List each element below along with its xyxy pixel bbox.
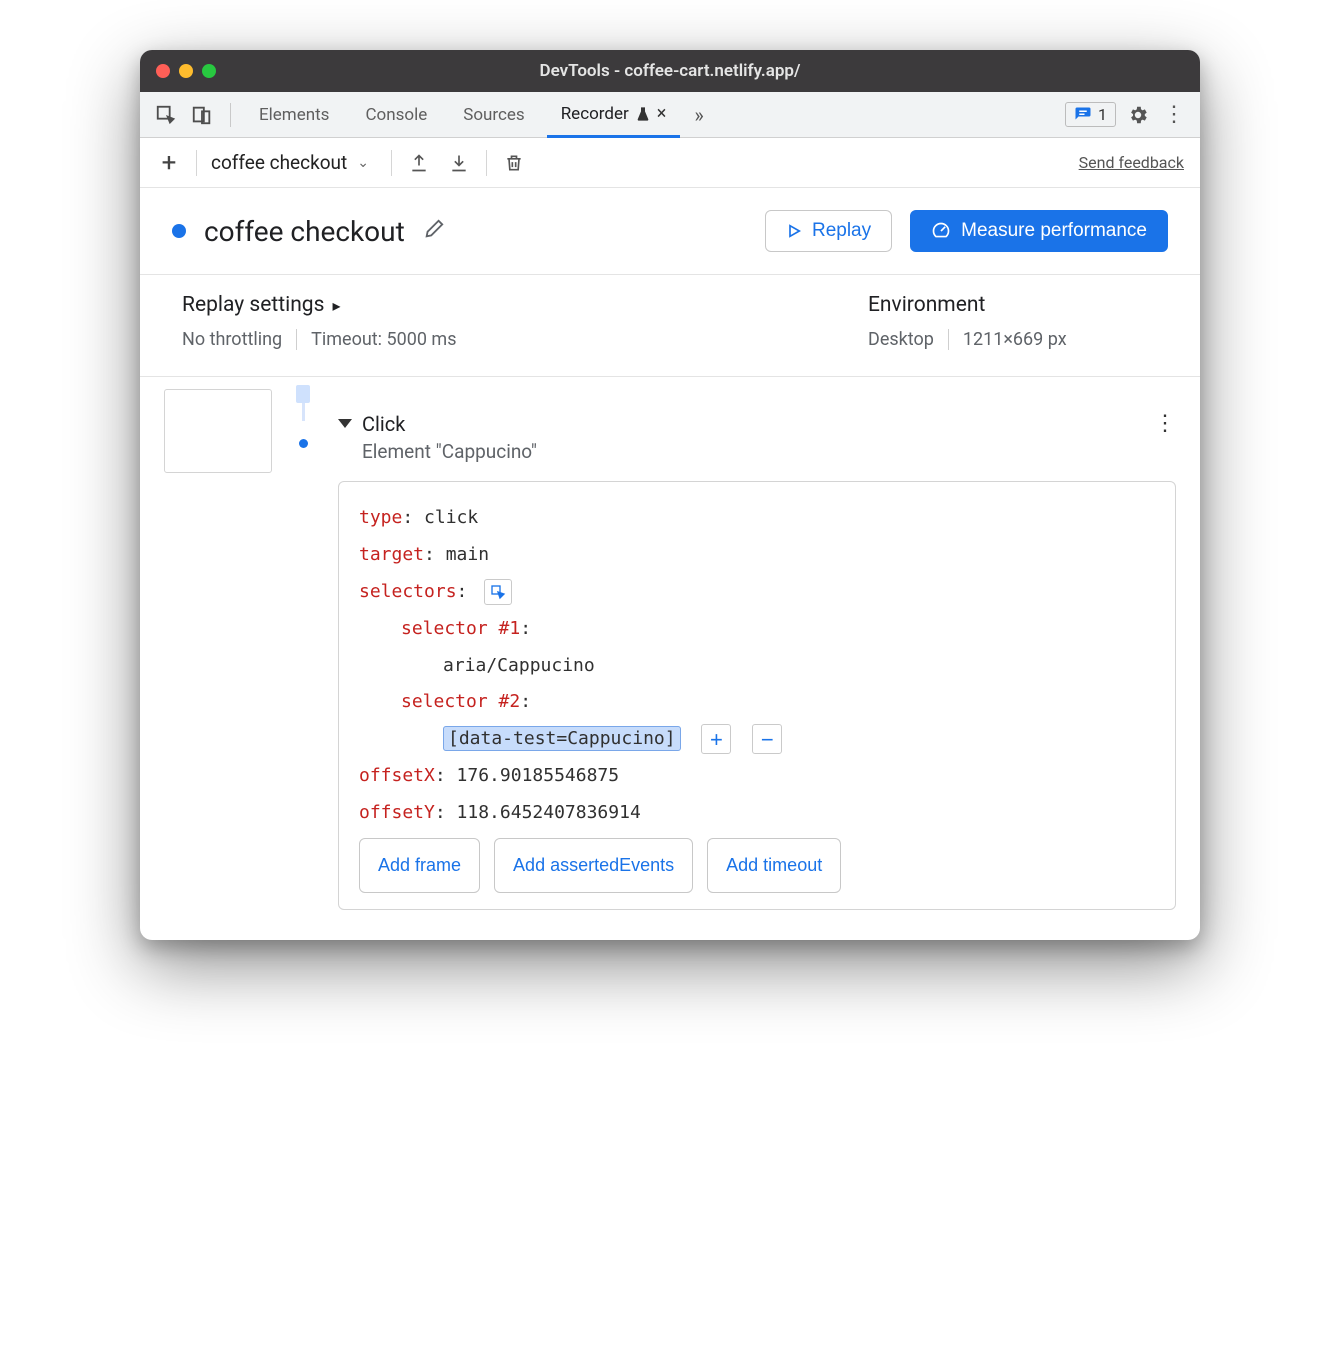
more-tabs-icon[interactable]: »: [688, 103, 709, 127]
add-frame-button[interactable]: Add frame: [359, 838, 480, 893]
step-element-label: Element "Cappucino": [362, 440, 1176, 463]
kebab-menu-icon[interactable]: ⋮: [1160, 101, 1188, 129]
recording-select[interactable]: coffee checkout ⌄: [211, 151, 377, 174]
recording-header: coffee checkout Replay Measure performan…: [140, 188, 1200, 275]
offsety-value[interactable]: 118.6452407836914: [457, 802, 641, 823]
gauge-icon: [931, 221, 951, 241]
close-tab-icon[interactable]: ×: [657, 103, 667, 124]
settings-row: Replay settings ▸ No throttling Timeout:…: [140, 275, 1200, 377]
panel-tabstrip: Elements Console Sources Recorder × » 1 …: [140, 92, 1200, 138]
throttling-value: No throttling: [182, 329, 282, 350]
minimize-window-button[interactable]: [179, 64, 193, 78]
offsetx-value[interactable]: 176.90185546875: [457, 765, 620, 786]
titlebar: DevTools - coffee-cart.netlify.app/: [140, 50, 1200, 92]
screenshot-thumbnail[interactable]: [164, 389, 272, 473]
edit-title-button[interactable]: [423, 218, 445, 244]
device-toggle-icon[interactable]: [188, 101, 216, 129]
tab-sources[interactable]: Sources: [449, 92, 538, 138]
add-asserted-events-button[interactable]: Add assertedEvents: [494, 838, 693, 893]
inspect-element-icon[interactable]: [152, 101, 180, 129]
viewport-value: 1211×669 px: [963, 329, 1067, 350]
step-node-icon: [299, 439, 308, 448]
tab-console[interactable]: Console: [351, 92, 441, 138]
step-action-label: Click: [362, 412, 405, 436]
delete-icon[interactable]: [501, 150, 527, 176]
issues-count: 1: [1098, 105, 1107, 124]
step-details: type: click target: main selectors: sele…: [338, 481, 1176, 910]
remove-selector-button[interactable]: −: [752, 724, 782, 754]
replay-button[interactable]: Replay: [765, 210, 892, 252]
devtools-window: DevTools - coffee-cart.netlify.app/ Elem…: [140, 50, 1200, 940]
tab-recorder[interactable]: Recorder ×: [547, 92, 681, 138]
tab-elements[interactable]: Elements: [245, 92, 343, 138]
timeout-value: Timeout: 5000 ms: [311, 329, 456, 350]
flask-icon: [635, 106, 651, 122]
expand-step-icon[interactable]: [338, 419, 352, 428]
measure-performance-button[interactable]: Measure performance: [910, 210, 1168, 252]
new-recording-button[interactable]: +: [156, 150, 182, 176]
settings-gear-icon[interactable]: [1124, 101, 1152, 129]
pick-selector-button[interactable]: [484, 579, 512, 605]
steps-area: Click ⋮ Element "Cappucino" type: click …: [140, 377, 1200, 940]
recorder-toolbar: + coffee checkout ⌄ Send feedback: [140, 138, 1200, 188]
replay-settings-toggle[interactable]: Replay settings ▸: [182, 293, 868, 317]
chevron-down-icon: ⌄: [357, 155, 369, 171]
divider: [230, 103, 231, 127]
recording-title: coffee checkout: [204, 215, 405, 248]
import-icon[interactable]: [446, 150, 472, 176]
chevron-right-icon: ▸: [332, 296, 340, 315]
export-icon[interactable]: [406, 150, 432, 176]
status-dot-icon: [172, 224, 186, 238]
window-title: DevTools - coffee-cart.netlify.app/: [140, 61, 1200, 81]
maximize-window-button[interactable]: [202, 64, 216, 78]
add-timeout-button[interactable]: Add timeout: [707, 838, 841, 893]
type-value[interactable]: click: [424, 507, 478, 528]
close-window-button[interactable]: [156, 64, 170, 78]
environment-label: Environment: [868, 293, 1158, 317]
issues-counter[interactable]: 1: [1065, 102, 1116, 127]
device-value: Desktop: [868, 329, 934, 350]
target-value[interactable]: main: [446, 544, 489, 565]
traffic-lights: [156, 64, 216, 78]
step-menu-button[interactable]: ⋮: [1154, 411, 1176, 436]
selector-2-value[interactable]: [data-test=Cappucino]: [443, 726, 681, 751]
selector-1-value[interactable]: aria/Cappucino: [443, 655, 595, 676]
issues-icon: [1074, 106, 1092, 124]
send-feedback-link[interactable]: Send feedback: [1079, 153, 1184, 172]
add-selector-button[interactable]: +: [701, 724, 731, 754]
timeline: [286, 385, 320, 910]
play-icon: [786, 223, 802, 239]
